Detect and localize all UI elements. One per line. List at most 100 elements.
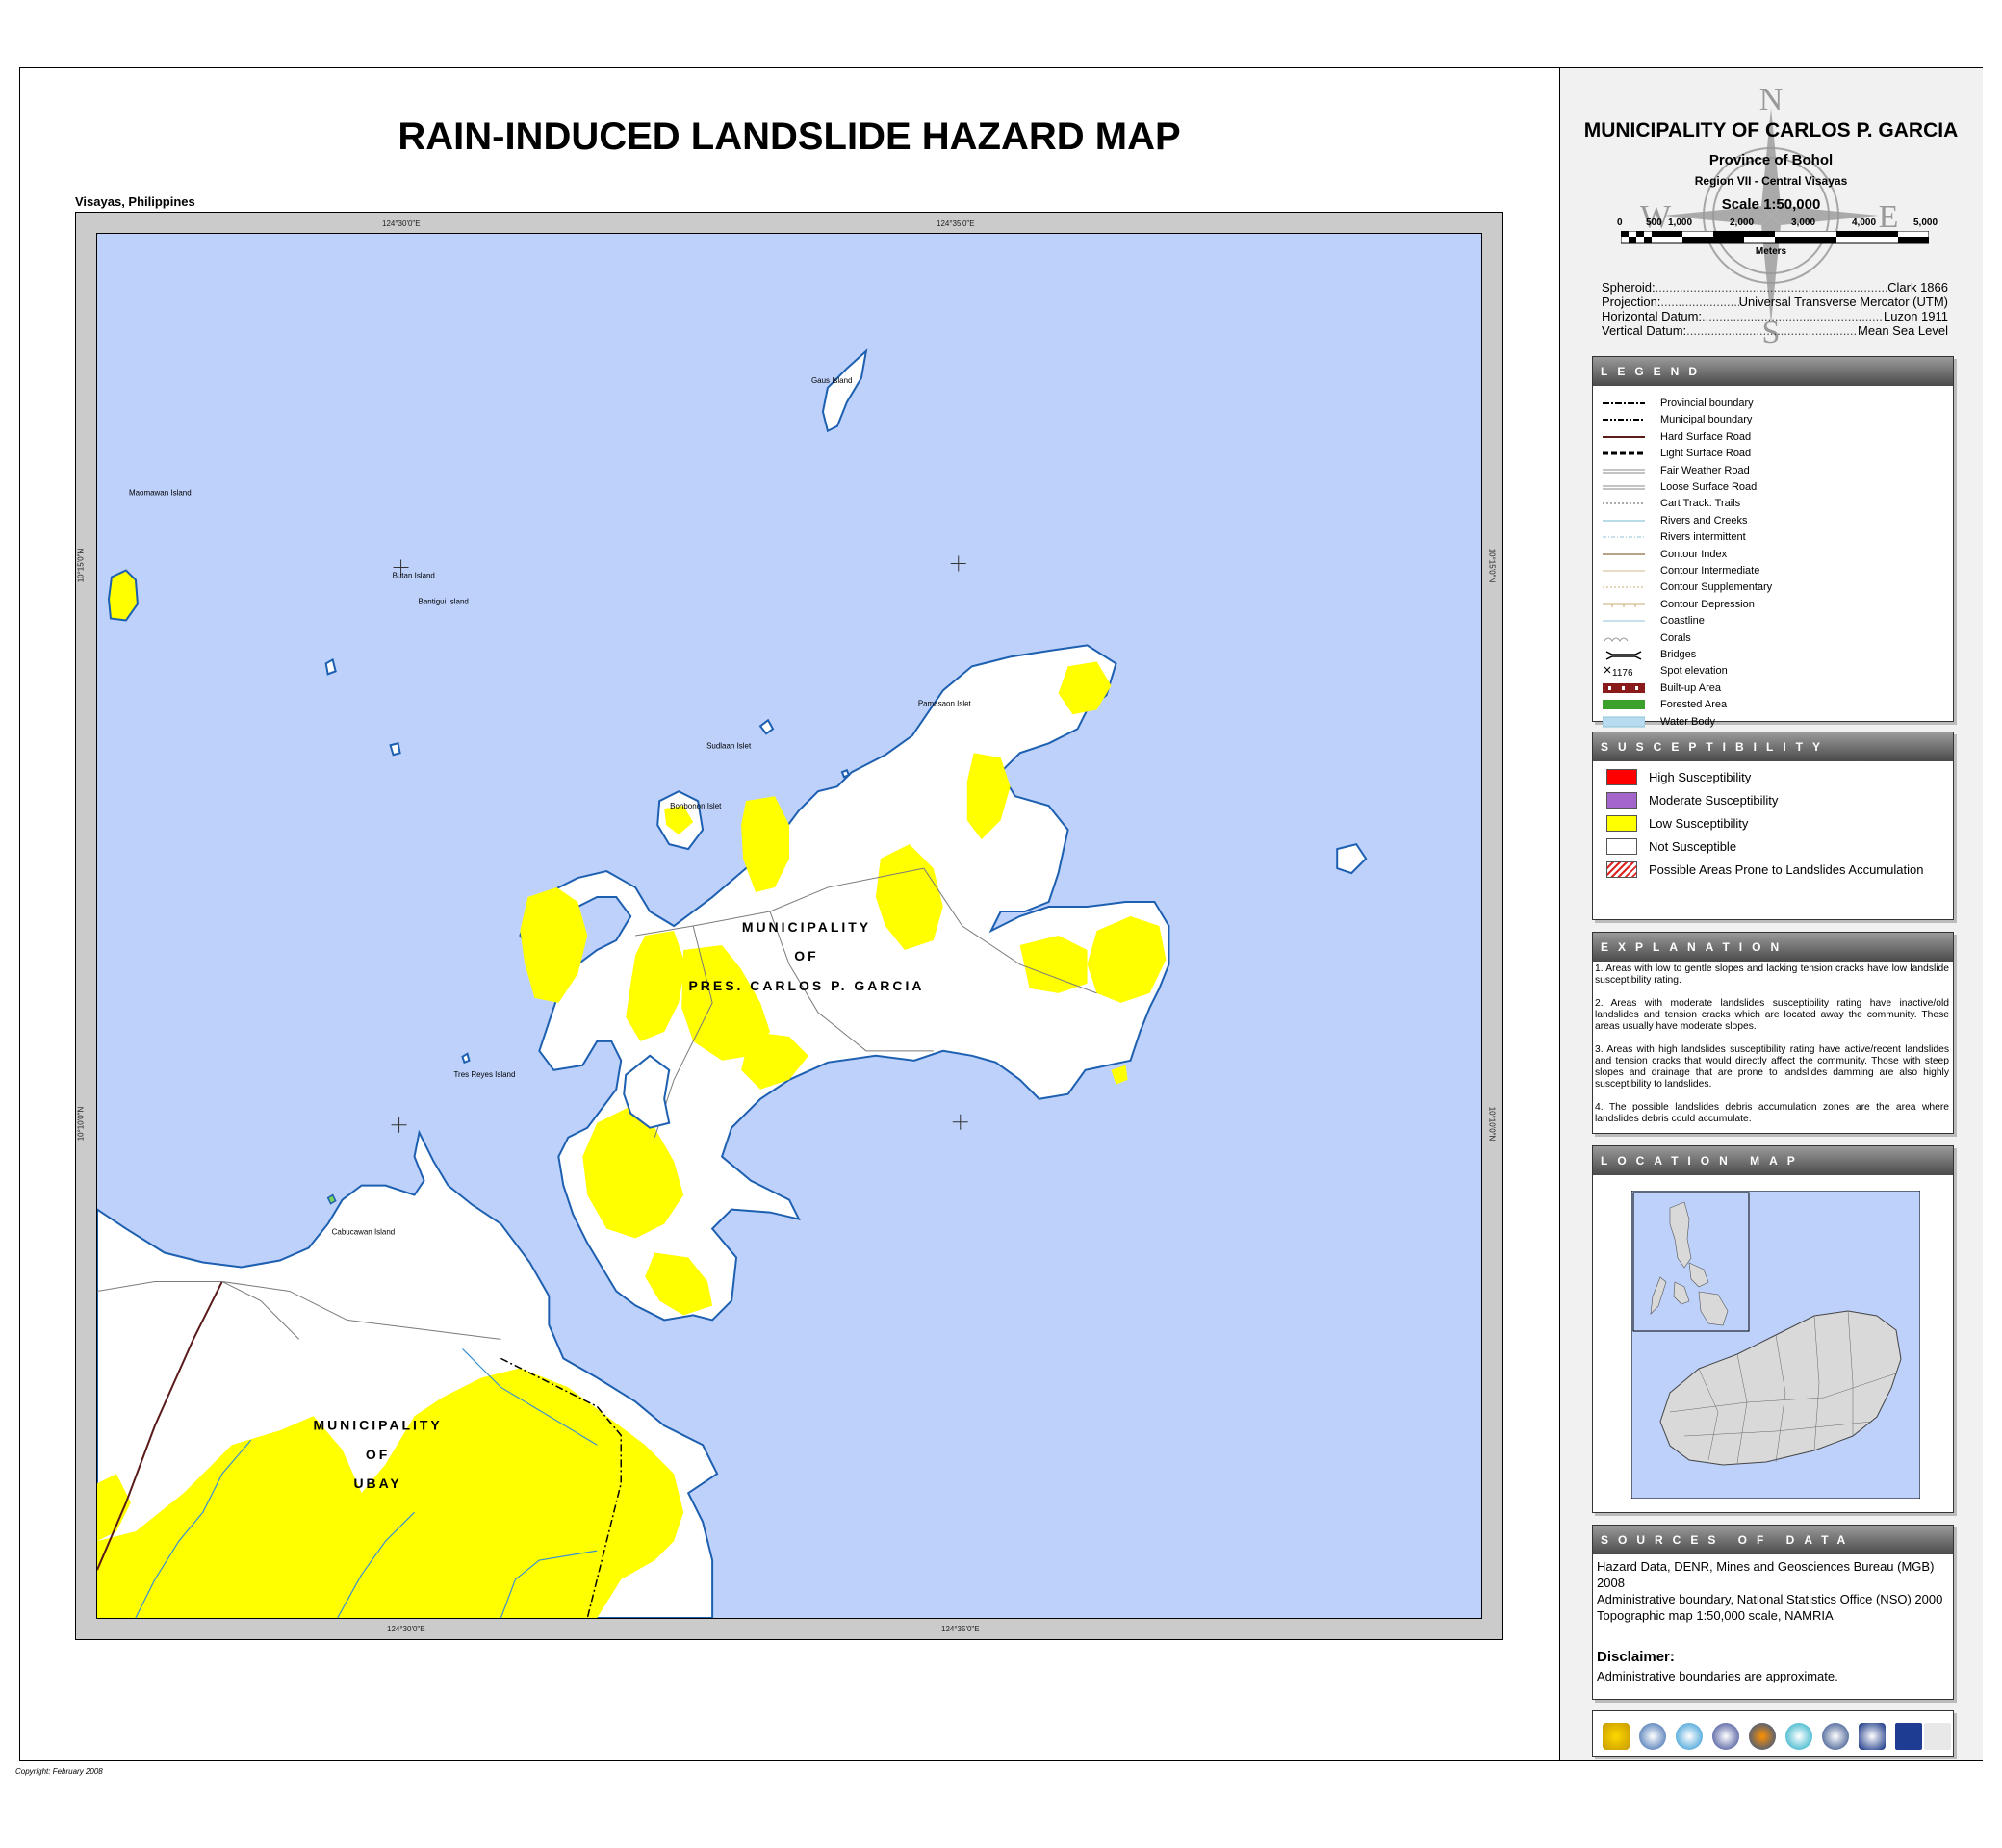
maomawan-island [107, 569, 139, 622]
logo-icon-1 [1603, 1723, 1630, 1750]
susceptibility-heading: SUSCEPTIBILITY [1593, 732, 1953, 761]
proj-horizontal-value: Luzon 1911 [1884, 309, 1948, 323]
logo-icon-2 [1639, 1723, 1666, 1750]
region-label: Visayas, Philippines [75, 194, 195, 209]
legend-symbol-riverint [1603, 531, 1645, 543]
proj-spheroid-value: Clark 1866 [1887, 280, 1948, 295]
legend-symbol-cinter [1603, 565, 1645, 577]
legend-label: Rivers intermittent [1660, 531, 1746, 544]
legend-symbol-cindex [1603, 549, 1645, 560]
location-map-box: LOCATION MAP [1592, 1145, 1954, 1513]
legend-symbol-hard [1603, 431, 1645, 443]
legend-item: Coastline [1603, 613, 1705, 629]
susceptibility-label: Low Susceptibility [1649, 816, 1749, 831]
legend-item: Contour Intermediate [1603, 563, 1759, 578]
legend-item: Contour Index [1603, 547, 1727, 562]
legend-label: Loose Surface Road [1660, 481, 1758, 493]
philippines-inset [1632, 1192, 1750, 1332]
legend-item: Built-up Area [1603, 680, 1721, 696]
logo-icon-5 [1749, 1723, 1776, 1750]
legend-symbol-dotted [1603, 498, 1645, 509]
legend-item: Provincial boundary [1603, 396, 1754, 411]
explanation-heading: EXPLANATION [1593, 933, 1953, 962]
legend-heading: LEGEND [1593, 357, 1953, 386]
susceptibility-item: Low Susceptibility [1606, 815, 1748, 832]
proj-horizontal-label: Horizontal Datum: [1602, 309, 1703, 323]
explanation-para-2: 2. Areas with moderate landslides suscep… [1595, 998, 1949, 1032]
legend-label: Contour Depression [1660, 598, 1755, 610]
susceptibility-label: Possible Areas Prone to Landslides Accum… [1649, 862, 1924, 877]
scale-num-5000: 5,000 [1913, 218, 1938, 228]
source-line-1: Hazard Data, DENR, Mines and Geosciences… [1597, 1559, 1935, 1590]
legend-symbol-cdep [1603, 599, 1645, 610]
susceptibility-swatch [1606, 861, 1637, 878]
sources-box: SOURCES OF DATA Hazard Data, DENR, Mines… [1592, 1525, 1954, 1700]
scale-num-3000: 3,000 [1791, 218, 1816, 228]
legend-label: Spot elevation [1660, 665, 1728, 678]
proj-vertical-value: Mean Sea Level [1858, 323, 1948, 338]
legend-label: Light Surface Road [1660, 448, 1752, 460]
explanation-para-1: 1. Areas with low to gentle slopes and l… [1595, 963, 1949, 986]
label-tres-reyes-island: Tres Reyes Island [453, 1070, 515, 1079]
susceptibility-swatch [1606, 792, 1637, 808]
legend-item: Loose Surface Road [1603, 479, 1757, 495]
label-butan-island: Butan Island [393, 572, 435, 580]
hazard-map[interactable]: Gaus Island Maomawan Island Butan Island… [96, 233, 1482, 1619]
legend-symbol-spot: 1176 [1603, 665, 1645, 679]
susceptibility-label: Moderate Susceptibility [1649, 793, 1779, 808]
susceptibility-item: Not Susceptible [1606, 838, 1736, 855]
scale-num-2000: 2,000 [1730, 218, 1755, 228]
legend-label: Municipal boundary [1660, 414, 1753, 426]
label-municipality-garcia-line3: PRES. CARLOS P. GARCIA [688, 978, 924, 993]
legend-item: Forested Area [1603, 697, 1727, 712]
logo-icon-7 [1822, 1723, 1849, 1750]
scale-num-1000: 1,000 [1668, 218, 1693, 228]
legend-label: Cart Track: Trails [1660, 498, 1741, 510]
legend-symbol-csupp [1603, 581, 1645, 593]
susceptibility-swatch [1606, 838, 1637, 855]
label-municipality-ubay-line3: UBAY [353, 1476, 401, 1491]
proj-spheroid-label: Spheroid: [1602, 280, 1656, 295]
legend-item: Water Body [1602, 714, 1715, 730]
legend-symbol-builtup [1603, 682, 1645, 694]
legend-symbol-coast [1603, 615, 1645, 627]
coord-top-left: 124°30'0"E [382, 219, 421, 228]
label-maomawan-island: Maomawan Island [129, 489, 192, 498]
legend-label: Bridges [1660, 649, 1697, 660]
spot-elevation-value: 1176 [1612, 668, 1633, 677]
legend-item: Light Surface Road [1603, 446, 1751, 461]
proj-projection-label: Projection: [1602, 295, 1661, 309]
legend-box: LEGEND Provincial boundary Municipal boun… [1592, 356, 1954, 728]
legend-symbol-light [1603, 448, 1645, 459]
logo-icon-9 [1895, 1723, 1922, 1750]
explanation-para-4: 4. The possible landslides debris accumu… [1595, 1102, 1949, 1124]
legend-symbol-dashdot [1603, 398, 1645, 409]
susceptibility-swatch [1606, 769, 1637, 785]
susceptibility-label: High Susceptibility [1649, 770, 1752, 784]
label-municipality-ubay-line1: MUNICIPALITY [313, 1417, 442, 1432]
legend-label: Rivers and Creeks [1660, 514, 1748, 526]
logo-icon-4 [1712, 1723, 1739, 1750]
label-municipality-ubay-line2: OF [366, 1447, 390, 1462]
susceptibility-label: Not Susceptible [1649, 839, 1737, 854]
legend-item: Fair Weather Road [1603, 463, 1750, 478]
legend-symbol-corals [1603, 632, 1645, 644]
legend-item: Rivers and Creeks [1603, 513, 1747, 528]
scale-num-0: 0 [1617, 218, 1623, 228]
province-label: Province of Bohol [1708, 152, 1834, 168]
logo-icon-10 [1924, 1723, 1951, 1750]
legend-item: Contour Supplementary [1603, 579, 1772, 595]
label-gaus-island: Gaus Island [811, 376, 853, 385]
legend-item: Contour Depression [1603, 597, 1755, 612]
legend-label: Coastline [1660, 615, 1705, 628]
copyright: Copyright: February 2008 [15, 1767, 103, 1776]
coord-right-top: 10°15'0"N [1487, 548, 1497, 583]
scale-bar [1621, 231, 1929, 244]
source-line-3: Topographic map 1:50,000 scale, NAMRIA [1597, 1608, 1834, 1623]
location-map [1631, 1191, 1920, 1499]
disclaimer-heading: Disclaimer: [1597, 1649, 1675, 1665]
region-vii-label: Region VII - Central Visayas [1694, 174, 1848, 188]
municipality-title: MUNICIPALITY OF CARLOS P. GARCIA [1583, 119, 1959, 141]
cabucawan-island [326, 1194, 337, 1205]
legend-item: Cart Track: Trails [1603, 496, 1740, 511]
